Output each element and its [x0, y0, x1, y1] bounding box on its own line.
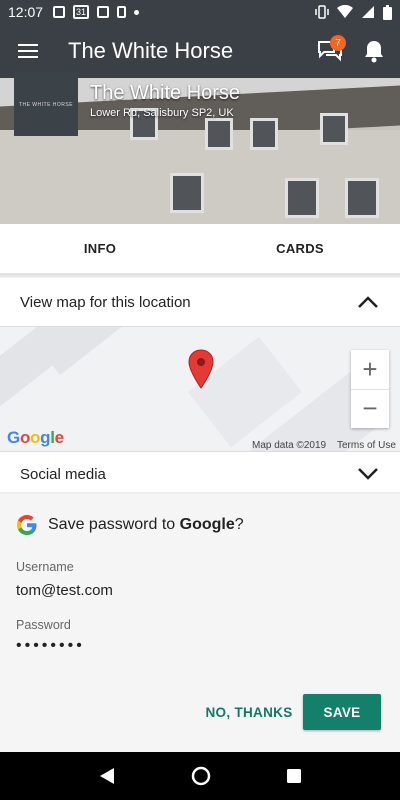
tab-bar: INFO CARDS: [0, 224, 400, 274]
image-icon: [53, 6, 66, 18]
username-label: Username: [16, 560, 74, 574]
messages-badge: 7: [330, 35, 346, 51]
page-title: The White Horse: [68, 38, 234, 63]
social-section-label: Social media: [20, 465, 106, 483]
vibrate-icon: [315, 5, 329, 19]
status-bar: 12:07 31: [0, 0, 400, 24]
app-bar: The White Horse 7: [0, 24, 400, 78]
map-zoom-controls: + −: [351, 350, 389, 428]
zoom-out-button[interactable]: −: [351, 390, 389, 429]
save-button[interactable]: SAVE: [303, 694, 381, 730]
save-password-title: Save password to Google?: [16, 514, 244, 536]
system-nav-bar: [0, 752, 400, 800]
venue-logo: THE WHITE HORSE: [14, 72, 78, 136]
status-system-icons: [315, 4, 392, 20]
status-notification-icons: 31: [53, 5, 140, 19]
no-thanks-button[interactable]: NO, THANKS: [204, 694, 294, 730]
map-section-label: View map for this location: [20, 293, 191, 311]
notifications-button[interactable]: [352, 24, 396, 78]
menu-button[interactable]: [0, 24, 56, 78]
photo-icon: [97, 6, 110, 18]
map-pin-icon[interactable]: [188, 349, 214, 389]
password-label: Password: [16, 618, 71, 632]
username-field[interactable]: tom@test.com: [16, 582, 113, 599]
bell-icon: [365, 41, 383, 63]
google-map-logo: Google: [7, 428, 64, 447]
messages-button[interactable]: 7: [308, 24, 352, 78]
home-icon[interactable]: [191, 766, 211, 786]
venue-address: Lower Rd, Salisbury SP2, UK: [90, 107, 234, 119]
chevron-down-icon[interactable]: [356, 462, 380, 486]
battery-icon: [383, 4, 392, 20]
menu-icon: [18, 44, 38, 58]
google-g-icon: [17, 515, 37, 535]
device-icon: [117, 6, 127, 18]
social-section-header[interactable]: Social media: [0, 453, 400, 495]
zoom-in-button[interactable]: +: [351, 350, 389, 390]
recents-icon[interactable]: [286, 768, 302, 784]
signal-icon: [362, 6, 374, 18]
wifi-icon: [337, 5, 353, 18]
map-section-header[interactable]: View map for this location: [0, 278, 400, 326]
tab-cards[interactable]: CARDS: [200, 224, 400, 273]
map-attribution: Map data ©2019: [252, 440, 327, 451]
tab-info[interactable]: INFO: [0, 224, 200, 273]
password-field[interactable]: ••••••••: [16, 637, 85, 655]
more-notifications-icon: [134, 9, 140, 15]
calendar-icon: 31: [73, 5, 90, 19]
status-time: 12:07: [8, 4, 44, 20]
venue-name: The White Horse: [90, 82, 241, 104]
back-icon[interactable]: [98, 767, 116, 785]
map-terms-link[interactable]: Terms of Use: [337, 440, 396, 451]
chevron-up-icon[interactable]: [356, 290, 380, 314]
